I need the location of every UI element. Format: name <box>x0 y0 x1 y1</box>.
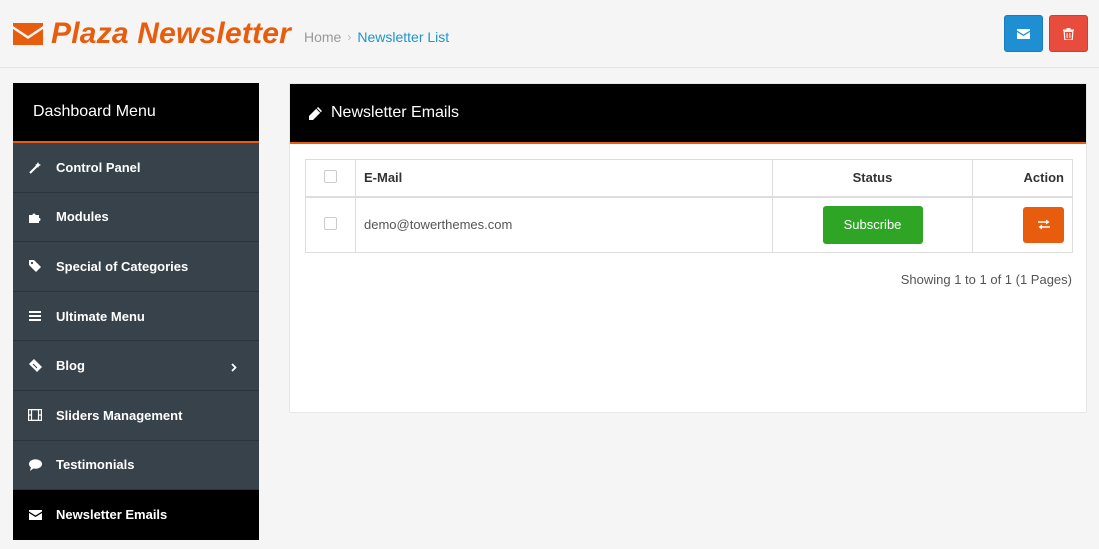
delete-button[interactable] <box>1049 15 1088 52</box>
table-header-row: E-Mail Status Action <box>305 159 1073 197</box>
newsletter-table: E-Mail Status Action demo@towerthemes.co… <box>305 159 1073 253</box>
sidebar-item-blog[interactable]: Blog <box>13 341 259 391</box>
sidebar-item-control-panel[interactable]: Control Panel <box>13 143 259 193</box>
breadcrumb: Home › Newsletter List <box>304 29 449 45</box>
status-cell: Subscribe <box>772 196 973 253</box>
subscribe-button[interactable]: Subscribe <box>822 205 923 244</box>
envelope-icon <box>13 23 43 45</box>
sidebar-header: Dashboard Menu <box>13 83 259 143</box>
sidebar-item-special-of-categories[interactable]: Special of Categories <box>13 242 259 292</box>
sidebar-item-label: Sliders Management <box>56 407 183 423</box>
chevron-right-icon <box>231 359 237 377</box>
exchange-icon <box>1037 219 1050 230</box>
tag-icon <box>28 259 42 273</box>
select-all-cell <box>305 159 356 197</box>
breadcrumb-separator: › <box>347 30 352 44</box>
toggle-status-button[interactable] <box>1023 206 1064 243</box>
puzzle-icon <box>28 210 42 224</box>
panel-title: Newsletter Emails <box>331 104 460 121</box>
sidebar-item-label: Special of Categories <box>56 258 189 274</box>
sidebar-item-ultimate-menu[interactable]: Ultimate Menu <box>13 292 259 342</box>
envelope-icon <box>28 508 42 522</box>
column-header-action: Action <box>972 159 1073 197</box>
sidebar-item-testimonials[interactable]: Testimonials <box>13 441 259 491</box>
comment-icon <box>28 458 42 472</box>
email-cell: demo@towerthemes.com <box>355 196 773 253</box>
action-cell <box>972 196 1073 253</box>
table-row: demo@towerthemes.com Subscribe <box>305 196 1073 253</box>
row-checkbox[interactable] <box>324 216 337 230</box>
dashboard-sidebar: Dashboard Menu Control Panel Modules Spe… <box>13 83 259 540</box>
bars-icon <box>28 309 42 323</box>
breadcrumb-home[interactable]: Home <box>304 29 341 45</box>
panel-header: Newsletter Emails <box>290 84 1086 144</box>
envelope-icon <box>1017 28 1030 39</box>
page-header: Plaza Newsletter Home › Newsletter List <box>0 0 1099 68</box>
film-icon <box>28 408 42 422</box>
logo[interactable]: Plaza Newsletter <box>12 14 291 54</box>
sidebar-item-modules[interactable]: Modules <box>13 193 259 243</box>
sidebar-item-label: Modules <box>56 209 109 225</box>
logo-text: Plaza Newsletter <box>51 17 291 50</box>
column-header-status: Status <box>772 159 973 197</box>
select-all-checkbox[interactable] <box>324 169 337 183</box>
sidebar-item-sliders-management[interactable]: Sliders Management <box>13 391 259 441</box>
sidebar-item-label: Control Panel <box>56 159 141 175</box>
trash-icon <box>1063 27 1074 40</box>
row-select-cell <box>305 196 356 253</box>
sidebar-item-newsletter-emails[interactable]: Newsletter Emails <box>13 490 259 540</box>
sidebar-item-label: Blog <box>56 358 85 374</box>
magic-wand-icon <box>28 160 42 174</box>
sidebar-item-label: Ultimate Menu <box>56 308 145 324</box>
send-mail-button[interactable] <box>1004 15 1043 52</box>
sidebar-item-label: Testimonials <box>56 457 135 473</box>
pagination-info: Showing 1 to 1 of 1 (1 Pages) <box>900 272 1072 287</box>
sidebar-item-label: Newsletter Emails <box>56 507 168 523</box>
breadcrumb-current[interactable]: Newsletter List <box>357 29 449 45</box>
pencil-icon <box>309 106 322 120</box>
column-header-email[interactable]: E-Mail <box>355 159 773 197</box>
ticket-icon <box>28 359 42 373</box>
newsletter-panel: Newsletter Emails E-Mail Status Action d… <box>289 83 1087 413</box>
sidebar-title: Dashboard Menu <box>33 103 156 120</box>
